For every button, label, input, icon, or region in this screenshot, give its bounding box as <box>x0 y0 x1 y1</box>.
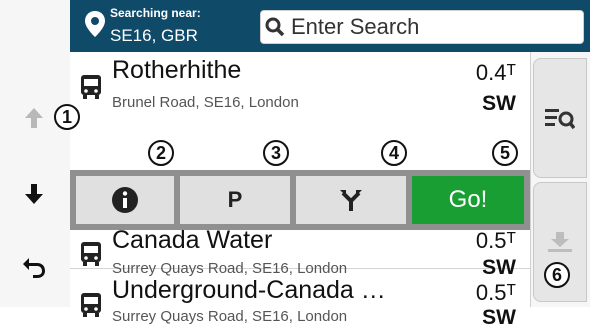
callout-3: 3 <box>263 140 289 166</box>
left-nav-panel <box>0 0 71 307</box>
result-direction: SW <box>482 306 516 329</box>
search-field[interactable] <box>260 10 584 44</box>
callout-1: 1 <box>54 104 80 130</box>
back-arrow-icon <box>23 258 45 278</box>
callout-5: 5 <box>492 140 518 166</box>
bus-icon <box>81 75 101 99</box>
download-icon <box>548 232 572 252</box>
callout-6: 6 <box>544 262 570 288</box>
filter-list-icon <box>545 109 575 130</box>
bus-icon <box>81 242 101 266</box>
list-item[interactable]: Underground-Canada … Surrey Quays Road, … <box>70 276 530 329</box>
result-direction: SW <box>482 92 516 115</box>
result-direction: SW <box>482 256 516 279</box>
magnifier-icon <box>261 17 289 37</box>
search-input[interactable] <box>289 13 563 41</box>
down-arrow-icon <box>25 184 43 204</box>
list-item-spacer <box>70 172 530 228</box>
result-address: Surrey Quays Road, SE16, London <box>112 260 348 277</box>
result-name: Canada Water <box>112 226 273 254</box>
result-address: Brunel Road, SE16, London <box>112 94 299 111</box>
callout-2: 2 <box>148 140 174 166</box>
results-list: Rotherhithe Brunel Road, SE16, London 0.… <box>70 52 530 329</box>
search-header: Searching near: SE16, GBR <box>70 0 590 52</box>
result-distance: 0.4ᵀ <box>475 60 516 85</box>
filter-results-button[interactable] <box>533 58 587 178</box>
result-name: Rotherhithe <box>112 56 242 84</box>
scroll-up-button[interactable] <box>8 92 60 144</box>
result-distance: 0.5ᵀ <box>475 280 516 305</box>
location-pin-icon <box>85 11 105 37</box>
list-item[interactable]: Rotherhithe Brunel Road, SE16, London 0.… <box>70 52 530 170</box>
list-item[interactable]: Canada Water Surrey Quays Road, SE16, Lo… <box>70 226 530 279</box>
searching-near-label: Searching near: <box>110 6 201 20</box>
up-arrow-icon <box>25 108 43 128</box>
result-distance: 0.5ᵀ <box>475 228 516 253</box>
back-button[interactable] <box>8 240 60 292</box>
device-screen: Searching near: SE16, GBR Rotherhithe Br… <box>0 0 590 329</box>
result-name: Underground-Canada … <box>112 276 386 304</box>
scroll-down-button[interactable] <box>8 168 60 220</box>
callout-4: 4 <box>381 140 407 166</box>
result-address: Surrey Quays Road, SE16, London <box>112 308 348 325</box>
searching-near-location[interactable]: SE16, GBR <box>110 26 198 46</box>
bus-icon <box>81 293 101 317</box>
